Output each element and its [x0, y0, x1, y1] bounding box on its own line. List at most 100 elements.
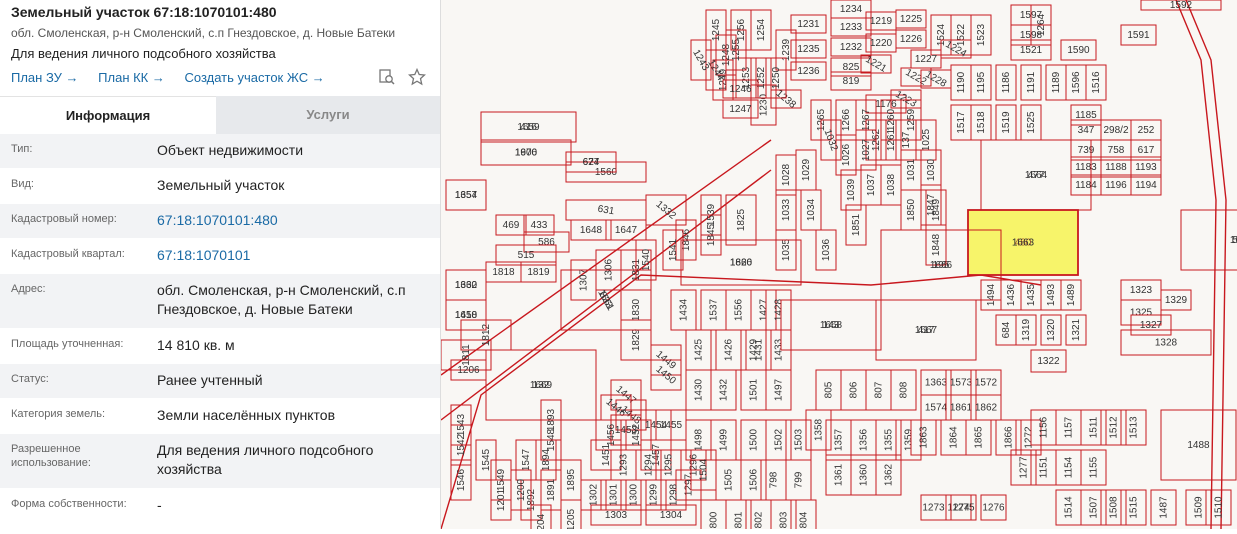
parcel-1036[interactable]: 1036 — [815, 229, 837, 271]
parcel-1547[interactable]: 1547 — [515, 439, 537, 481]
parcel-1293[interactable]: 1293 — [610, 449, 637, 481]
parcel-1358[interactable]: 1358 — [805, 409, 832, 451]
parcel-298-2[interactable]: 298/2 — [1100, 119, 1132, 141]
parcel-800[interactable]: 800 — [700, 499, 727, 534]
parcel-1323[interactable]: 1323 — [1120, 279, 1162, 301]
parcel-1275[interactable]: 1275 — [950, 494, 977, 521]
cadastral-map[interactable]: 4804775981954171431321826833133013541410… — [440, 0, 1237, 534]
parcel-1357[interactable]: 1357 — [825, 419, 852, 461]
map-search-icon[interactable] — [378, 68, 396, 86]
parcel-1500[interactable]: 1500 — [740, 419, 767, 461]
parcel-252[interactable]: 252 — [1130, 119, 1162, 141]
parcel-1507[interactable]: 1507 — [1080, 489, 1107, 526]
parcel-1322[interactable]: 1322 — [1030, 349, 1067, 373]
parcel-1668[interactable]: 1668 — [780, 299, 882, 351]
parcel-1825[interactable]: 1825 — [725, 194, 757, 246]
parcel-1512[interactable]: 1512 — [1100, 409, 1127, 446]
parcel-1243[interactable]: 1243 — [690, 39, 712, 81]
tab-information[interactable]: Информация — [0, 96, 216, 135]
parcel-1360[interactable]: 1360 — [850, 454, 877, 496]
parcel-1590[interactable]: 1590 — [1060, 39, 1097, 61]
tab-services[interactable]: Услуги — [216, 96, 440, 134]
parcel-1321[interactable]: 1321 — [1065, 314, 1087, 346]
parcel-1505[interactable]: 1505 — [715, 459, 742, 501]
parcel-1895[interactable]: 1895 — [560, 459, 582, 501]
parcel-805[interactable]: 805 — [815, 369, 842, 411]
parcel-1029[interactable]: 1029 — [795, 149, 817, 191]
parcel-1320[interactable]: 1320 — [1040, 314, 1062, 346]
parcel-598[interactable]: 598 — [1180, 209, 1237, 271]
create-parcel-link[interactable]: Создать участок ЖС → — [185, 70, 325, 85]
parcel-1426[interactable]: 1426 — [715, 329, 742, 371]
parcel-1186[interactable]: 1186 — [995, 64, 1017, 101]
parcel-1508[interactable]: 1508 — [1100, 489, 1127, 526]
parcel-1648[interactable]: 1648 — [570, 219, 612, 241]
parcel-1026[interactable]: 1026 — [835, 134, 857, 176]
parcel-1865[interactable]: 1865 — [965, 419, 992, 456]
parcel-1254[interactable]: 1254 — [750, 9, 772, 51]
parcel-1225[interactable]: 1225 — [895, 9, 927, 29]
plan-kk-link[interactable]: План КК → — [98, 70, 165, 85]
parcel-1035[interactable]: 1035 — [775, 229, 797, 271]
parcel-1434[interactable]: 1434 — [670, 289, 697, 331]
parcel-807[interactable]: 807 — [865, 369, 892, 411]
parcel-1039[interactable]: 1039 — [840, 169, 862, 211]
parcel-1205[interactable]: 1205 — [560, 499, 582, 534]
parcel-1234[interactable]: 1234 — [830, 0, 872, 19]
parcel-1033[interactable]: 1033 — [775, 189, 797, 231]
parcel-1329[interactable]: 1329 — [1160, 289, 1192, 311]
parcel-1432[interactable]: 1432 — [710, 369, 737, 411]
parcel-798[interactable]: 798 — [760, 459, 787, 501]
parcel-1850[interactable]: 1850 — [900, 189, 922, 231]
parcel-1037[interactable]: 1037 — [860, 164, 882, 206]
parcel-1189[interactable]: 1189 — [1045, 64, 1067, 101]
parcel-802[interactable]: 802 — [745, 499, 772, 534]
parcel-1864[interactable]: 1864 — [940, 419, 967, 456]
parcel-1196[interactable]: 1196 — [1100, 174, 1132, 196]
parcel-1230[interactable]: 1230 — [750, 84, 777, 126]
parcel-1303[interactable]: 1303 — [590, 504, 642, 526]
parcel-1355[interactable]: 1355 — [875, 419, 902, 461]
parcel-801[interactable]: 801 — [725, 499, 752, 534]
parcel-1830[interactable]: 1830 — [620, 289, 652, 331]
map-canvas[interactable]: 4804775981954171431321826833133013541410… — [440, 0, 1237, 534]
parcel-1515[interactable]: 1515 — [1120, 489, 1147, 526]
parcel-1184[interactable]: 1184 — [1070, 174, 1102, 196]
parcel-1226[interactable]: 1226 — [895, 29, 927, 49]
parcel-1658[interactable]: 1658 — [445, 299, 487, 331]
parcel-1503[interactable]: 1503 — [785, 419, 812, 461]
parcel-1863[interactable]: 1863 — [910, 419, 937, 456]
parcel-806[interactable]: 806 — [840, 369, 867, 411]
parcel-1190[interactable]: 1190 — [950, 64, 972, 101]
parcel-1361[interactable]: 1361 — [825, 454, 852, 496]
parcel-1517[interactable]: 1517 — [950, 104, 972, 141]
parcel-1356[interactable]: 1356 — [850, 419, 877, 461]
parcel-1670[interactable]: 1670 — [480, 139, 572, 166]
parcel-1247[interactable]: 1247 — [722, 99, 759, 119]
parcel-1511[interactable]: 1511 — [1080, 409, 1107, 446]
parcel-1591[interactable]: 1591 — [1120, 24, 1157, 46]
parcel-1273[interactable]: 1273 — [920, 494, 947, 521]
parcel-1493[interactable]: 1493 — [1040, 279, 1062, 311]
parcel-469[interactable]: 469 — [495, 214, 527, 236]
parcel-1195[interactable]: 1195 — [970, 64, 992, 101]
parcel-1185[interactable]: 1185 — [1070, 104, 1102, 126]
parcel-1829[interactable]: 1829 — [620, 319, 652, 361]
parcel-347[interactable]: 347 — [1070, 119, 1102, 141]
parcel-1156[interactable]: 1156 — [1030, 409, 1057, 446]
parcel-1506[interactable]: 1506 — [740, 459, 767, 501]
parcel-1487[interactable]: 1487 — [1150, 489, 1177, 526]
parcel-1034[interactable]: 1034 — [800, 189, 822, 231]
parcel-1155[interactable]: 1155 — [1080, 449, 1107, 486]
parcel-1304[interactable]: 1304 — [645, 504, 697, 526]
parcel-1891[interactable]: 1891 — [540, 469, 562, 511]
parcel-1028[interactable]: 1028 — [775, 154, 797, 196]
parcel-1519[interactable]: 1519 — [995, 104, 1017, 141]
parcel-819[interactable]: 819 — [830, 71, 872, 91]
parcel-1525[interactable]: 1525 — [1020, 104, 1042, 141]
parcel-1546[interactable]: 1546 — [450, 459, 472, 501]
parcel-1489[interactable]: 1489 — [1060, 279, 1082, 311]
parcel-1665[interactable]: 1665 — [1180, 209, 1237, 271]
parcel-1523[interactable]: 1523 — [970, 14, 992, 56]
parcel-1227[interactable]: 1227 — [910, 49, 942, 69]
